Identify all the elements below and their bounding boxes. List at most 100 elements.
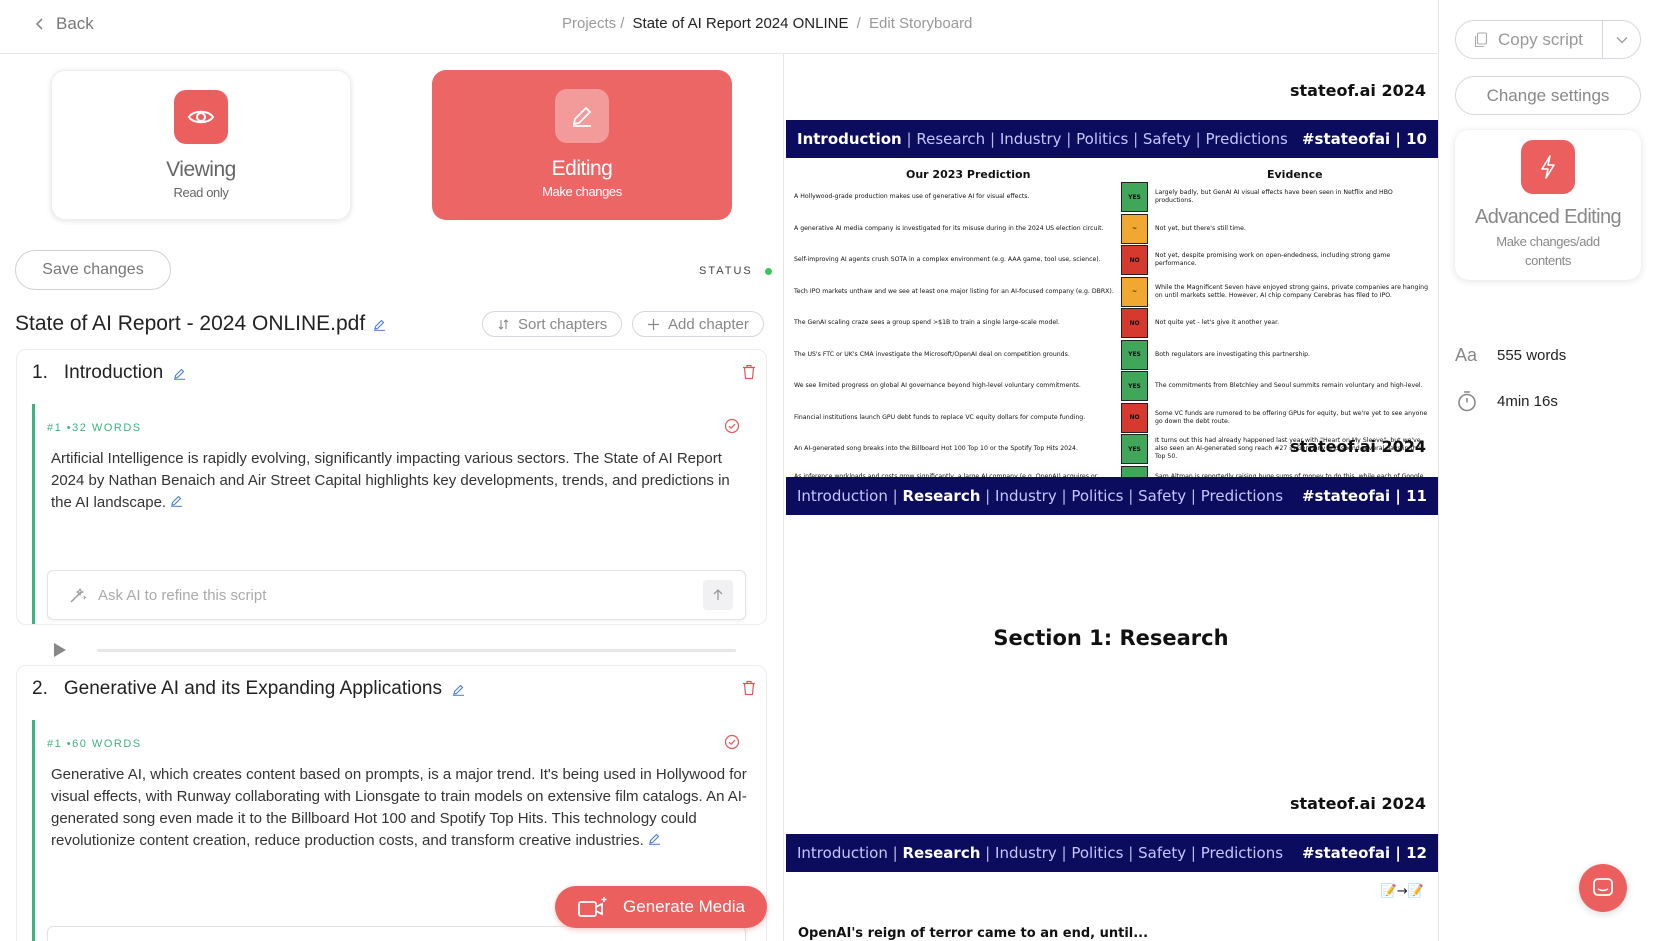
chapter-number: 1. <box>32 362 48 383</box>
back-label: Back <box>56 14 94 33</box>
slide-heading: OpenAI's reign of terror came to an end,… <box>798 926 1149 941</box>
edit-chapter-icon[interactable] <box>452 683 465 696</box>
copy-options-dropdown[interactable] <box>1602 21 1640 58</box>
prediction-row: Self-improving AI agents crush SOTA in a… <box>794 245 1432 275</box>
edit-chapter-icon[interactable] <box>173 367 186 380</box>
chapter-title: Introduction <box>63 362 164 383</box>
add-chapter-label: Add chapter <box>668 315 749 333</box>
slides-preview: stateof.ai 2024 Introduction | Research … <box>783 54 1438 941</box>
segment-text[interactable]: Generative AI, which creates content bas… <box>51 764 750 852</box>
edit-title-icon[interactable] <box>373 318 386 331</box>
sort-chapters-button[interactable]: Sort chapters <box>482 311 623 337</box>
save-changes-button[interactable]: Save changes <box>15 250 171 290</box>
chat-support-button[interactable] <box>1579 864 1627 912</box>
slide-nav-links: Introduction | Research | Industry | Pol… <box>797 844 1284 862</box>
evidence-heading: Evidence <box>1267 168 1323 181</box>
slide-tag: #stateofai | 12 <box>1301 844 1427 862</box>
section-title: Section 1: Research <box>993 626 1229 650</box>
add-chapter-button[interactable]: Add chapter <box>632 311 764 337</box>
slide-nav-bar: Introduction | Research | Industry | Pol… <box>786 120 1438 158</box>
evidence-text: Not yet, despite promising work on open-… <box>1155 252 1391 267</box>
edit-segment-icon[interactable] <box>648 832 661 845</box>
advanced-editing-card[interactable]: Advanced Editing Make changes/add conten… <box>1455 130 1641 280</box>
duration: 4min 16s <box>1455 390 1558 412</box>
refine-box <box>47 926 746 941</box>
viewing-mode-card[interactable]: Viewing Read only <box>51 70 351 220</box>
advanced-editing-subtitle: Make changes/add contents <box>1496 234 1600 268</box>
evidence-text: Not yet, but there's still time. <box>1155 224 1246 232</box>
chapter-heading: 1. Introduction <box>32 362 186 384</box>
magic-wand-icon <box>70 587 87 603</box>
evidence-text: The commitments from Bletchley and Seoul… <box>1155 382 1423 389</box>
chat-icon <box>1593 878 1613 896</box>
prediction-heading: Our 2023 Prediction <box>906 168 1031 181</box>
delete-chapter-icon[interactable] <box>742 680 756 696</box>
prediction-text: Financial institutions launch GPU debt f… <box>794 413 1086 421</box>
prediction-row: The US's FTC or UK's CMA investigate the… <box>794 339 1432 370</box>
breadcrumb-project[interactable]: State of AI Report 2024 ONLINE <box>633 15 849 32</box>
verdict-badge: ~ <box>1121 213 1148 244</box>
evidence-text: Not quite yet - let's give it another ye… <box>1155 319 1280 326</box>
arrow-up-icon <box>713 589 723 600</box>
copy-icon <box>1474 31 1488 47</box>
nav-link-introduction: Introduction <box>797 130 902 148</box>
back-button[interactable]: Back <box>34 14 94 34</box>
breadcrumb-current: Edit Storyboard <box>869 15 973 32</box>
verdict-badge: NO <box>1121 308 1148 338</box>
delete-chapter-icon[interactable] <box>742 364 756 380</box>
prediction-row: Tech IPO markets unthaw and we see at le… <box>794 276 1432 307</box>
breadcrumb-projects[interactable]: Projects <box>562 15 616 32</box>
viewing-title: Viewing <box>166 158 236 181</box>
evidence-text: Largely badly, but GenAI AI visual effec… <box>1155 189 1393 204</box>
send-button[interactable] <box>703 580 733 610</box>
nav-link-predictions: Predictions <box>1205 130 1288 148</box>
slide-brand: stateof.ai 2024 <box>1289 437 1426 456</box>
script-segment: #1 •32 WORDS Artificial Intelligence is … <box>32 404 756 657</box>
slide-tag: #stateofai | 10 <box>1301 130 1427 148</box>
segment-text-content: Generative AI, which creates content bas… <box>51 766 747 849</box>
status-indicator: STATUS <box>699 265 772 277</box>
eye-icon-box <box>174 90 228 144</box>
copy-script-button[interactable]: Copy script <box>1455 20 1641 59</box>
chevron-down-icon <box>1616 36 1627 43</box>
sort-icon <box>498 318 509 330</box>
evidence-text: While the Magnificent Seven have enjoyed… <box>1155 283 1429 299</box>
verdict-badge: YES <box>1121 339 1148 370</box>
status-dot <box>764 267 772 275</box>
chapter-card: 1. Introduction #1 •32 WORDS Artificial … <box>16 349 767 657</box>
slide-tag: #stateofai | 11 <box>1301 487 1427 505</box>
evidence-text: Some VC funds are rumored to be offering… <box>1155 409 1428 425</box>
refine-input[interactable] <box>98 586 703 604</box>
audio-progress-bar[interactable] <box>97 648 736 652</box>
slide-nav-bar: Introduction | Research | Industry | Pol… <box>786 834 1438 872</box>
chapter-title: Generative AI and its Expanding Applicat… <box>63 678 442 699</box>
prediction-row: A generative AI media company is investi… <box>794 213 1432 244</box>
advanced-editing-title: Advanced Editing <box>1474 206 1622 228</box>
plus-icon <box>648 318 659 330</box>
viewing-subtitle: Read only <box>173 185 229 200</box>
prediction-row: We see limited progress on global AI gov… <box>794 371 1432 401</box>
lightning-icon <box>1541 155 1555 179</box>
video-camera-icon <box>578 897 607 917</box>
slide-nav-bar: Introduction | Research | Industry | Pol… <box>786 477 1438 515</box>
edit-segment-icon[interactable] <box>170 494 183 507</box>
nav-link-industry: Industry <box>999 130 1062 148</box>
editing-mode-card[interactable]: Editing Make changes <box>432 70 732 220</box>
check-circle-icon[interactable] <box>724 734 740 750</box>
segment-text[interactable]: Artificial Intelligence is rapidly evolv… <box>51 448 750 514</box>
verdict-badge: YES <box>1121 434 1148 464</box>
generate-media-button[interactable]: Generate Media <box>555 886 767 928</box>
prediction-text: Self-improving AI agents crush SOTA in a… <box>794 256 1101 263</box>
stopwatch-icon <box>1458 391 1476 412</box>
generate-media-label: Generate Media <box>623 897 745 916</box>
nav-link-safety: Safety <box>1142 130 1191 148</box>
document-title-text: State of AI Report - 2024 ONLINE.pdf <box>15 312 366 335</box>
verdict-badge: ~ <box>1121 276 1148 307</box>
copy-script-main[interactable]: Copy script <box>1456 30 1602 50</box>
change-settings-button[interactable]: Change settings <box>1455 76 1641 115</box>
nav-link-politics: Politics <box>1076 130 1129 148</box>
segment-text-content: Artificial Intelligence is rapidly evolv… <box>51 450 730 511</box>
play-icon[interactable] <box>53 642 67 658</box>
check-circle-icon[interactable] <box>724 418 740 434</box>
status-label: STATUS <box>699 265 753 277</box>
